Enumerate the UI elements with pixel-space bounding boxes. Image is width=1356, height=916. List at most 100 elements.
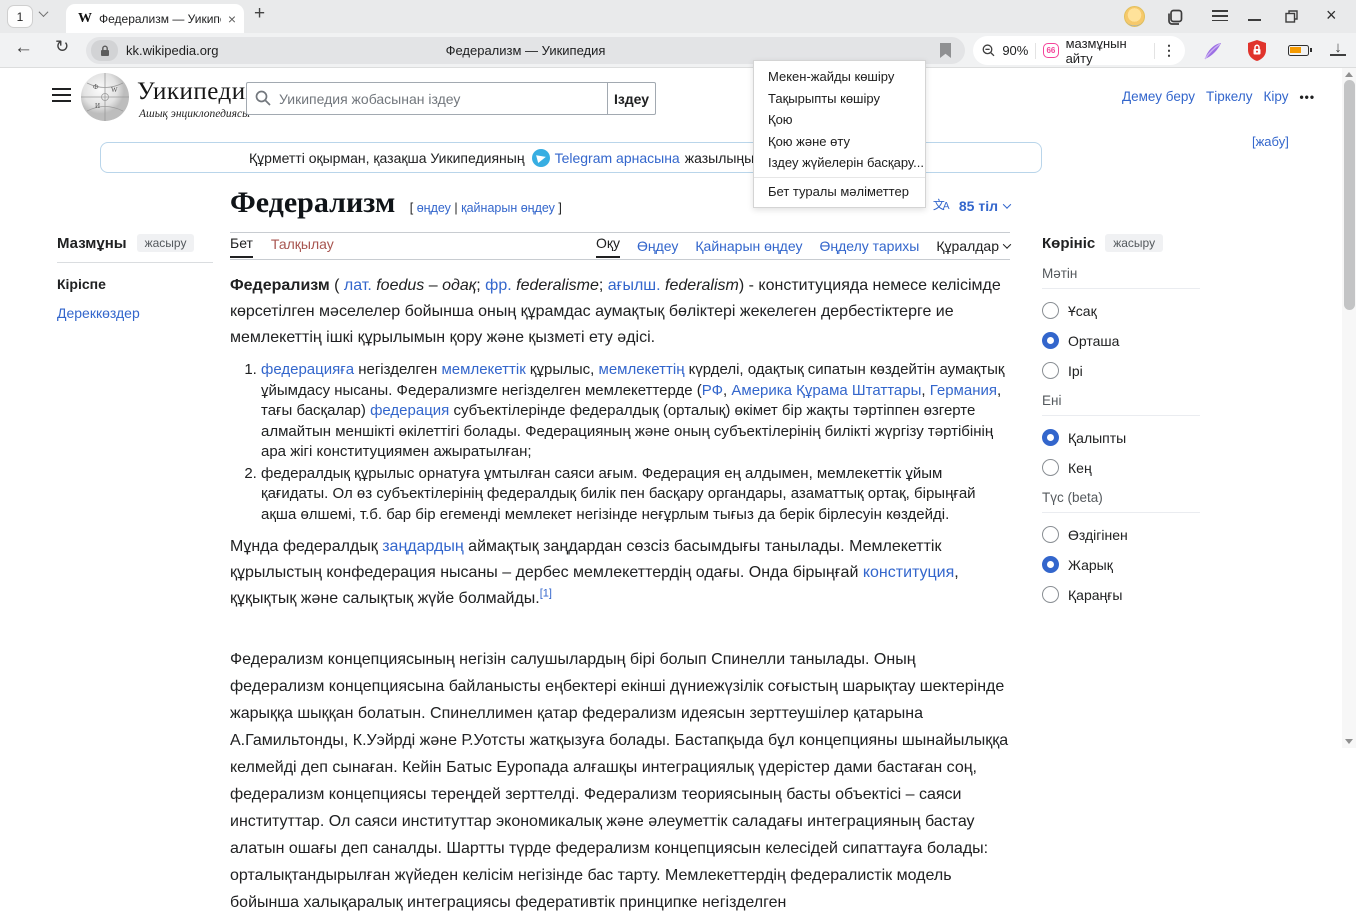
radio-option-small[interactable]: Ұсақ [1042, 302, 1200, 319]
toc-item-references[interactable]: Дереккөздер [57, 305, 213, 321]
wikipedia-globe-logo[interactable]: Ф W И [80, 72, 130, 127]
page-tabs: Бет Талқылау Оқу Өңдеу Қайнарын өңдеу Өң… [230, 233, 1010, 260]
radio-option-standard[interactable]: Орташа [1042, 332, 1200, 349]
new-tab-button[interactable]: + [254, 3, 265, 25]
tab-article[interactable]: Бет [230, 235, 253, 258]
article-title: Федерализм [230, 186, 395, 219]
reload-icon[interactable]: ↻ [55, 37, 69, 57]
telegram-icon [532, 149, 550, 167]
chevron-down-icon [1003, 240, 1011, 248]
tab-tools[interactable]: Құралдар [936, 238, 1010, 254]
page-title-in-addressbar: Федерализм — Уикипедия [86, 43, 965, 58]
menu-item-paste[interactable]: Қою [754, 109, 925, 131]
wikipedia-page: Ф W И УикипедиЯ Ашық энциклопедиясы Ізде… [0, 68, 1356, 748]
divider [1035, 43, 1036, 59]
radio-option-light[interactable]: Жарық [1042, 556, 1200, 573]
svg-text:W: W [111, 86, 118, 94]
radio-icon[interactable] [1042, 556, 1059, 573]
radio-option-dark[interactable]: Қараңғы [1042, 586, 1200, 603]
menu-item-copy-title[interactable]: Тақырыпты көшіру [754, 88, 925, 110]
browser-menu-icon[interactable] [1212, 10, 1228, 22]
minimize-window-icon[interactable] [1248, 19, 1261, 21]
maximize-window-icon[interactable] [1285, 10, 1298, 28]
radio-icon[interactable] [1042, 332, 1059, 349]
search-input[interactable] [246, 82, 608, 115]
radio-option-large[interactable]: Ірі [1042, 362, 1200, 379]
definition-list: федерацияға негізделген мемлекеттік құры… [230, 360, 1010, 525]
pen-extension-icon[interactable] [1202, 40, 1224, 67]
appearance-title: Көрініс [1042, 235, 1095, 252]
donate-link[interactable]: Демеу беру [1122, 89, 1195, 104]
search-button[interactable]: Іздеу [608, 82, 656, 115]
paragraph: Федерализм ( лат. foedus – одақ; фр. fed… [230, 273, 1010, 351]
article-content-column: Федерализм [ өңдеу | қайнарын өңдеу ] 文A… [230, 186, 1010, 916]
menu-item-manage-search-engines[interactable]: Іздеу жүйелерін басқару... [754, 152, 925, 174]
login-link[interactable]: Кіру [1263, 89, 1288, 104]
tab-list-chevron-icon[interactable] [39, 7, 49, 17]
language-selector[interactable]: 文A 85 тіл [933, 198, 1010, 214]
list-item: федерацияға негізделген мемлекеттік құры… [261, 360, 1010, 463]
table-of-contents: Мазмұны жасыру Кіріспе Дереккөздер [57, 234, 213, 321]
scroll-up-icon[interactable] [1345, 72, 1353, 77]
zoom-out-icon[interactable] [982, 43, 995, 58]
menu-item-page-info[interactable]: Бет туралы мәліметтер [754, 181, 925, 203]
read-aloud-icon[interactable]: 66 [1043, 43, 1058, 58]
close-window-icon[interactable]: × [1326, 5, 1337, 26]
tab-counter-button[interactable]: 1 [7, 5, 33, 28]
tab-groups-icon[interactable] [1166, 8, 1184, 31]
radio-icon[interactable] [1042, 586, 1059, 603]
tab-edit[interactable]: Өңдеу [637, 238, 678, 254]
profile-avatar[interactable] [1124, 6, 1145, 27]
back-icon[interactable]: ← [14, 37, 33, 59]
telegram-channel-link[interactable]: Telegram арнасына [555, 150, 680, 166]
scroll-down-icon[interactable] [1345, 739, 1353, 744]
radio-icon[interactable] [1042, 429, 1059, 446]
language-count: 85 тіл [959, 198, 998, 214]
radio-icon[interactable] [1042, 459, 1059, 476]
adblock-shield-icon[interactable] [1246, 39, 1268, 67]
battery-saver-icon[interactable] [1288, 45, 1309, 56]
toc-item-intro[interactable]: Кіріспе [57, 276, 213, 292]
toc-title: Мазмұны [57, 235, 127, 252]
tab-edit-source[interactable]: Қайнарын өңдеу [695, 238, 802, 254]
list-item: федералдық құрылыс орнатуға ұмтылған сая… [261, 464, 1010, 526]
wikipedia-wordmark[interactable]: УикипедиЯ [137, 78, 263, 106]
radio-option-automatic[interactable]: Өздігінен [1042, 526, 1200, 543]
read-aloud-label[interactable]: мазмұнын айту [1066, 36, 1148, 66]
radio-option-wide[interactable]: Кең [1042, 459, 1200, 476]
browser-toolbar: ← ↻ kk.wikipedia.org Федерализм — Уикипе… [0, 33, 1356, 68]
tab-history[interactable]: Өңделу тарихы [819, 238, 919, 254]
tab-talk[interactable]: Талқылау [271, 236, 334, 257]
svg-text:И: И [95, 102, 100, 110]
register-link[interactable]: Тіркелу [1206, 89, 1253, 104]
tab-read[interactable]: Оқу [596, 235, 620, 258]
downloads-icon[interactable]: ↓ [1330, 39, 1346, 56]
tab-close-icon[interactable]: × [228, 11, 236, 27]
menu-separator [754, 177, 925, 178]
article-body: Федерализм ( лат. foedus – одақ; фр. fed… [230, 273, 1010, 916]
paragraph: Федерализм концепциясының негізін салушы… [230, 646, 1010, 916]
appearance-panel: Көрініс жасыру Мәтін Ұсақ Орташа Ірі Ені… [1042, 234, 1200, 603]
menu-item-paste-and-go[interactable]: Қою және өту [754, 131, 925, 153]
page-actions-pill: 90% 66 мазмұнын айту ⋮ [973, 36, 1185, 65]
browser-tab[interactable]: W Федерализм — Уикипе × [66, 4, 244, 33]
wiki-main-menu-icon[interactable] [52, 88, 71, 102]
radio-icon[interactable] [1042, 362, 1059, 379]
radio-option-standard-width[interactable]: Қалыпты [1042, 429, 1200, 446]
toc-hide-button[interactable]: жасыру [137, 234, 195, 252]
title-edit-links[interactable]: [ өңдеу | қайнарын өңдеу ] [410, 201, 562, 215]
radio-icon[interactable] [1042, 302, 1059, 319]
appearance-hide-button[interactable]: жасыру [1105, 234, 1163, 252]
header-more-icon[interactable]: ••• [1299, 90, 1315, 104]
scrollbar-thumb[interactable] [1344, 80, 1355, 310]
text-size-group-label: Мәтін [1042, 266, 1200, 289]
paragraph: Мұнда федералдық заңдардың аймақтық заңд… [230, 534, 1010, 612]
menu-item-copy-address[interactable]: Мекен-жайды көшіру [754, 66, 925, 88]
banner-close-link[interactable]: [жабу] [1252, 134, 1289, 149]
zoom-level[interactable]: 90% [1002, 43, 1028, 58]
radio-icon[interactable] [1042, 526, 1059, 543]
more-actions-icon[interactable]: ⋮ [1162, 42, 1176, 59]
search-box: Іздеу [246, 82, 656, 115]
header-links: Демеу беру Тіркелу Кіру ••• [1122, 89, 1315, 104]
scrollbar[interactable] [1342, 68, 1356, 748]
